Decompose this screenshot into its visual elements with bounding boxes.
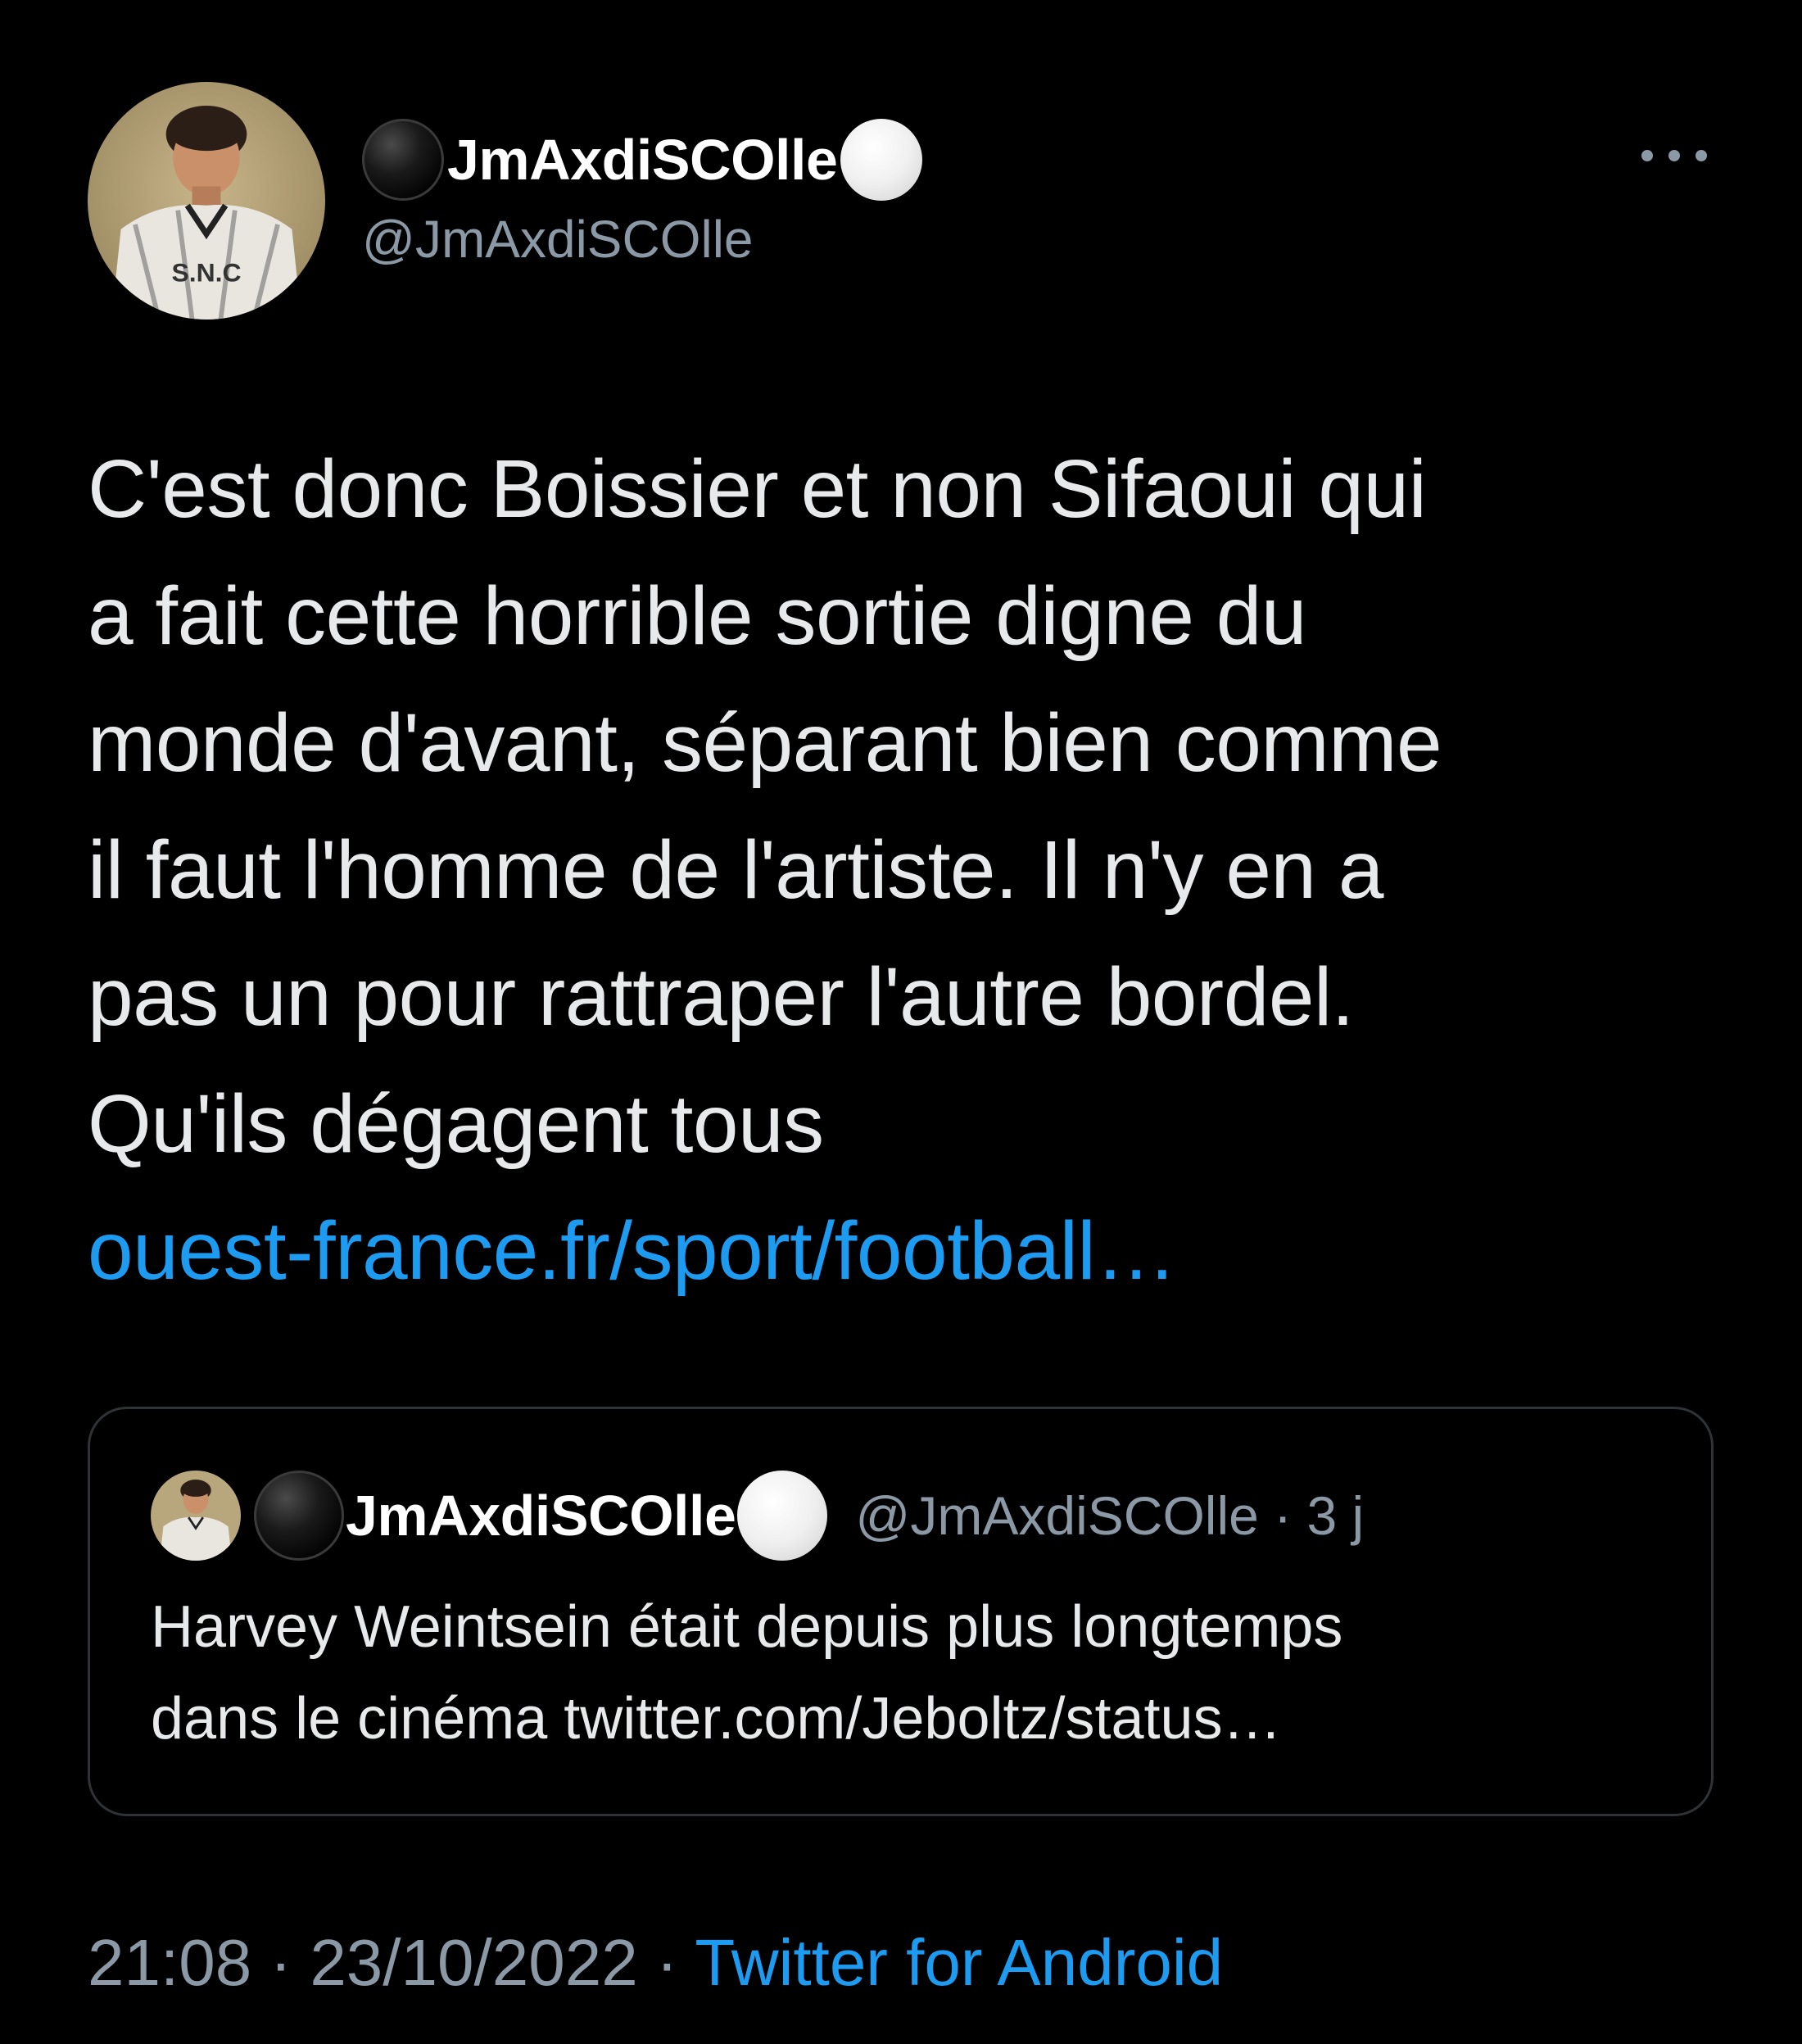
tweet-text-line: a fait cette horrible sortie digne du bbox=[88, 570, 1306, 662]
quoted-text-line: Harvey Weintsein était depuis plus longt… bbox=[151, 1594, 1343, 1660]
dot-icon bbox=[1696, 150, 1707, 161]
tweet-text-line: C'est donc Boissier et non Sifaoui qui bbox=[88, 443, 1427, 535]
quoted-tweet-header: JmAxdiSCOlle @JmAxdiSCOlle · 3 j bbox=[254, 1471, 1364, 1561]
author-avatar[interactable]: S.N.C bbox=[88, 82, 325, 320]
tweet-text-line: Qu'ils dégagent tous bbox=[88, 1078, 824, 1170]
tweet-metadata: 21:08 · 23/10/2022 · Twitter for Android bbox=[88, 1925, 1223, 2001]
author-display-name[interactable]: JmAxdiSCOlle bbox=[447, 127, 838, 193]
avatar-photo: S.N.C bbox=[88, 82, 325, 320]
tweet-text: C'est donc Boissier et non Sifaoui qui a… bbox=[88, 426, 1767, 1315]
quoted-tweet-text: Harvey Weintsein était depuis plus longt… bbox=[151, 1581, 1658, 1765]
avatar-shirt-text: S.N.C bbox=[171, 258, 241, 288]
tweet-source-link[interactable]: Twitter for Android bbox=[695, 1926, 1223, 1999]
tweet-text-line: pas un pour rattraper l'autre bordel. bbox=[88, 951, 1354, 1043]
meta-separator: · bbox=[269, 1926, 292, 1999]
quoted-handle: @JmAxdiSCOlle bbox=[855, 1485, 1259, 1546]
quoted-avatar-photo bbox=[151, 1471, 241, 1561]
black-circle-emoji-icon bbox=[254, 1471, 344, 1561]
tweet-link[interactable]: ouest-france.fr/sport/football… bbox=[88, 1188, 1767, 1315]
dot-icon bbox=[1668, 150, 1680, 161]
white-circle-emoji-icon bbox=[840, 119, 923, 201]
tweet-text-line: il faut l'homme de l'artiste. Il n'y en … bbox=[88, 824, 1383, 916]
quoted-tweet-card[interactable]: JmAxdiSCOlle @JmAxdiSCOlle · 3 j Harvey … bbox=[88, 1407, 1714, 1816]
quoted-author-avatar bbox=[151, 1471, 241, 1561]
tweet-time[interactable]: 21:08 bbox=[88, 1926, 251, 1999]
quoted-display-name: JmAxdiSCOlle bbox=[346, 1484, 736, 1548]
quoted-age: 3 j bbox=[1306, 1485, 1365, 1546]
white-circle-emoji-icon bbox=[737, 1471, 828, 1561]
meta-separator: · bbox=[655, 1926, 678, 1999]
quoted-handle-meta: @JmAxdiSCOlle · 3 j bbox=[855, 1484, 1364, 1547]
dot-icon bbox=[1641, 150, 1653, 161]
meta-separator: · bbox=[1274, 1485, 1293, 1546]
more-options-icon[interactable] bbox=[1641, 143, 1707, 168]
tweet-date[interactable]: 23/10/2022 bbox=[310, 1926, 637, 1999]
quoted-text-line: dans le cinéma twitter.com/Jeboltz/statu… bbox=[151, 1686, 1282, 1752]
author-handle[interactable]: @JmAxdiSCOlle bbox=[362, 209, 754, 270]
black-circle-emoji-icon bbox=[362, 119, 444, 201]
tweet-text-line: monde d'avant, séparant bien comme bbox=[88, 697, 1442, 789]
author-name-row[interactable]: JmAxdiSCOlle bbox=[362, 119, 923, 201]
tweet-detail: S.N.C JmAxdiSCOlle @JmAxdiSCOlle C'est d… bbox=[0, 0, 1802, 2044]
